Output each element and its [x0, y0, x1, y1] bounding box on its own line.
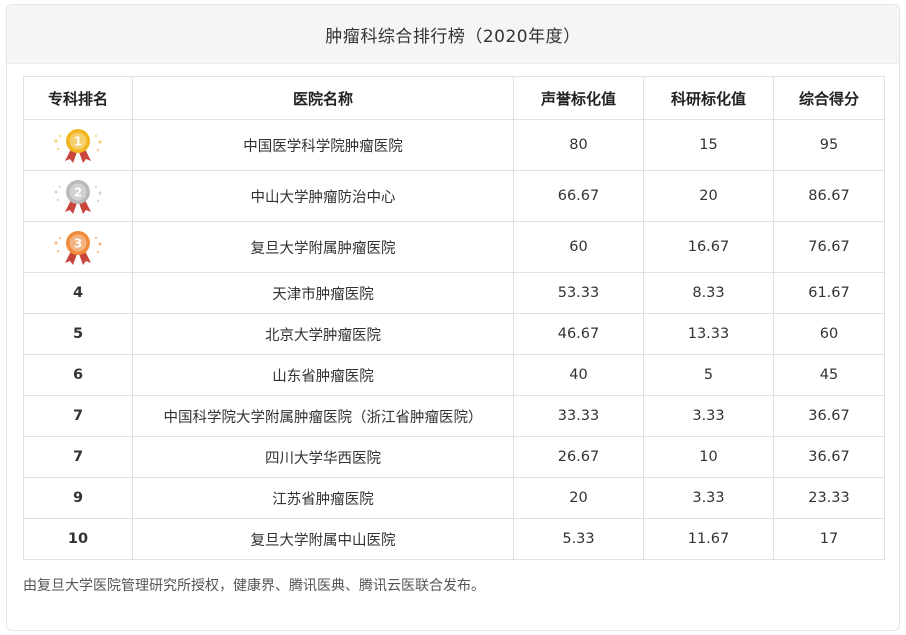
reputation-cell: 5.33	[513, 518, 644, 560]
hospital-name-cell: 中国科学院大学附属肿瘤医院（浙江省肿瘤医院）	[132, 395, 514, 437]
rank-cell: 10	[23, 518, 133, 560]
hospital-name-cell: 中山大学肿瘤防治中心	[132, 170, 514, 222]
score-cell: 95	[773, 119, 885, 171]
score-cell: 76.67	[773, 221, 885, 273]
score-cell: 23.33	[773, 477, 885, 519]
source-note: 由复旦大学医院管理研究所授权，健康界、腾讯医典、腾讯云医联合发布。	[23, 578, 485, 594]
reputation-cell: 20	[513, 477, 644, 519]
ranking-table: 专科排名 医院名称 声誉标化值 科研标化值 综合得分 1 中国医学科学院肿瘤医院 8…	[23, 76, 885, 560]
score-cell: 60	[773, 313, 885, 355]
silver-medal-icon: 2	[54, 180, 102, 214]
research-cell: 16.67	[643, 221, 774, 273]
research-cell: 13.33	[643, 313, 774, 355]
table-header-row: 专科排名 医院名称 声誉标化值 科研标化值 综合得分	[23, 76, 885, 120]
hospital-name-cell: 复旦大学附属肿瘤医院	[132, 221, 514, 273]
score-cell: 36.67	[773, 436, 885, 478]
table-row: 4 天津市肿瘤医院 53.33 8.33 61.67	[23, 272, 885, 314]
rank-cell: 5	[23, 313, 133, 355]
reputation-cell: 40	[513, 354, 644, 396]
col-header-research: 科研标化值	[643, 76, 774, 120]
hospital-name-cell: 四川大学华西医院	[132, 436, 514, 478]
score-cell: 36.67	[773, 395, 885, 437]
score-cell: 61.67	[773, 272, 885, 314]
reputation-cell: 46.67	[513, 313, 644, 355]
research-cell: 3.33	[643, 395, 774, 437]
research-cell: 3.33	[643, 477, 774, 519]
table-row: 9 江苏省肿瘤医院 20 3.33 23.33	[23, 477, 885, 519]
score-cell: 17	[773, 518, 885, 560]
table-row: 3 复旦大学附属肿瘤医院 60 16.67 76.67	[23, 221, 885, 273]
rank-cell: 4	[23, 272, 133, 314]
bronze-medal-icon: 3	[54, 231, 102, 265]
table-row: 7 中国科学院大学附属肿瘤医院（浙江省肿瘤医院） 33.33 3.33 36.67	[23, 395, 885, 437]
hospital-name-cell: 山东省肿瘤医院	[132, 354, 514, 396]
table-row: 6 山东省肿瘤医院 40 5 45	[23, 354, 885, 396]
research-cell: 10	[643, 436, 774, 478]
reputation-cell: 60	[513, 221, 644, 273]
reputation-cell: 80	[513, 119, 644, 171]
score-cell: 45	[773, 354, 885, 396]
research-cell: 5	[643, 354, 774, 396]
reputation-cell: 26.67	[513, 436, 644, 478]
hospital-name-cell: 江苏省肿瘤医院	[132, 477, 514, 519]
rank-cell: 9	[23, 477, 133, 519]
rank-cell: 7	[23, 436, 133, 478]
page-title: 肿瘤科综合排行榜（2020年度）	[7, 5, 899, 64]
table-row: 2 中山大学肿瘤防治中心 66.67 20 86.67	[23, 170, 885, 222]
medal-rank-number: 3	[74, 237, 82, 251]
table-row: 5 北京大学肿瘤医院 46.67 13.33 60	[23, 313, 885, 355]
score-cell: 86.67	[773, 170, 885, 222]
research-cell: 11.67	[643, 518, 774, 560]
reputation-cell: 66.67	[513, 170, 644, 222]
col-header-score: 综合得分	[773, 76, 885, 120]
research-cell: 15	[643, 119, 774, 171]
rank-cell: 7	[23, 395, 133, 437]
research-cell: 20	[643, 170, 774, 222]
hospital-name-cell: 中国医学科学院肿瘤医院	[132, 119, 514, 171]
gold-medal-icon: 1	[54, 129, 102, 163]
col-header-reputation: 声誉标化值	[513, 76, 644, 120]
col-header-hospital-name: 医院名称	[132, 76, 514, 120]
medal-rank-number: 2	[74, 186, 82, 200]
reputation-cell: 33.33	[513, 395, 644, 437]
table-row: 7 四川大学华西医院 26.67 10 36.67	[23, 436, 885, 478]
medal-rank-number: 1	[74, 135, 82, 149]
hospital-name-cell: 北京大学肿瘤医院	[132, 313, 514, 355]
hospital-name-cell: 天津市肿瘤医院	[132, 272, 514, 314]
ranking-card: 肿瘤科综合排行榜（2020年度） 专科排名 医院名称 声誉标化值 科研标化值 综…	[6, 4, 900, 631]
rank-medal-cell: 2	[23, 170, 133, 222]
reputation-cell: 53.33	[513, 272, 644, 314]
table-row: 10 复旦大学附属中山医院 5.33 11.67 17	[23, 518, 885, 560]
rank-cell: 6	[23, 354, 133, 396]
col-header-rank: 专科排名	[23, 76, 133, 120]
hospital-name-cell: 复旦大学附属中山医院	[132, 518, 514, 560]
rank-medal-cell: 1	[23, 119, 133, 171]
research-cell: 8.33	[643, 272, 774, 314]
table-row: 1 中国医学科学院肿瘤医院 80 15 95	[23, 119, 885, 171]
rank-medal-cell: 3	[23, 221, 133, 273]
